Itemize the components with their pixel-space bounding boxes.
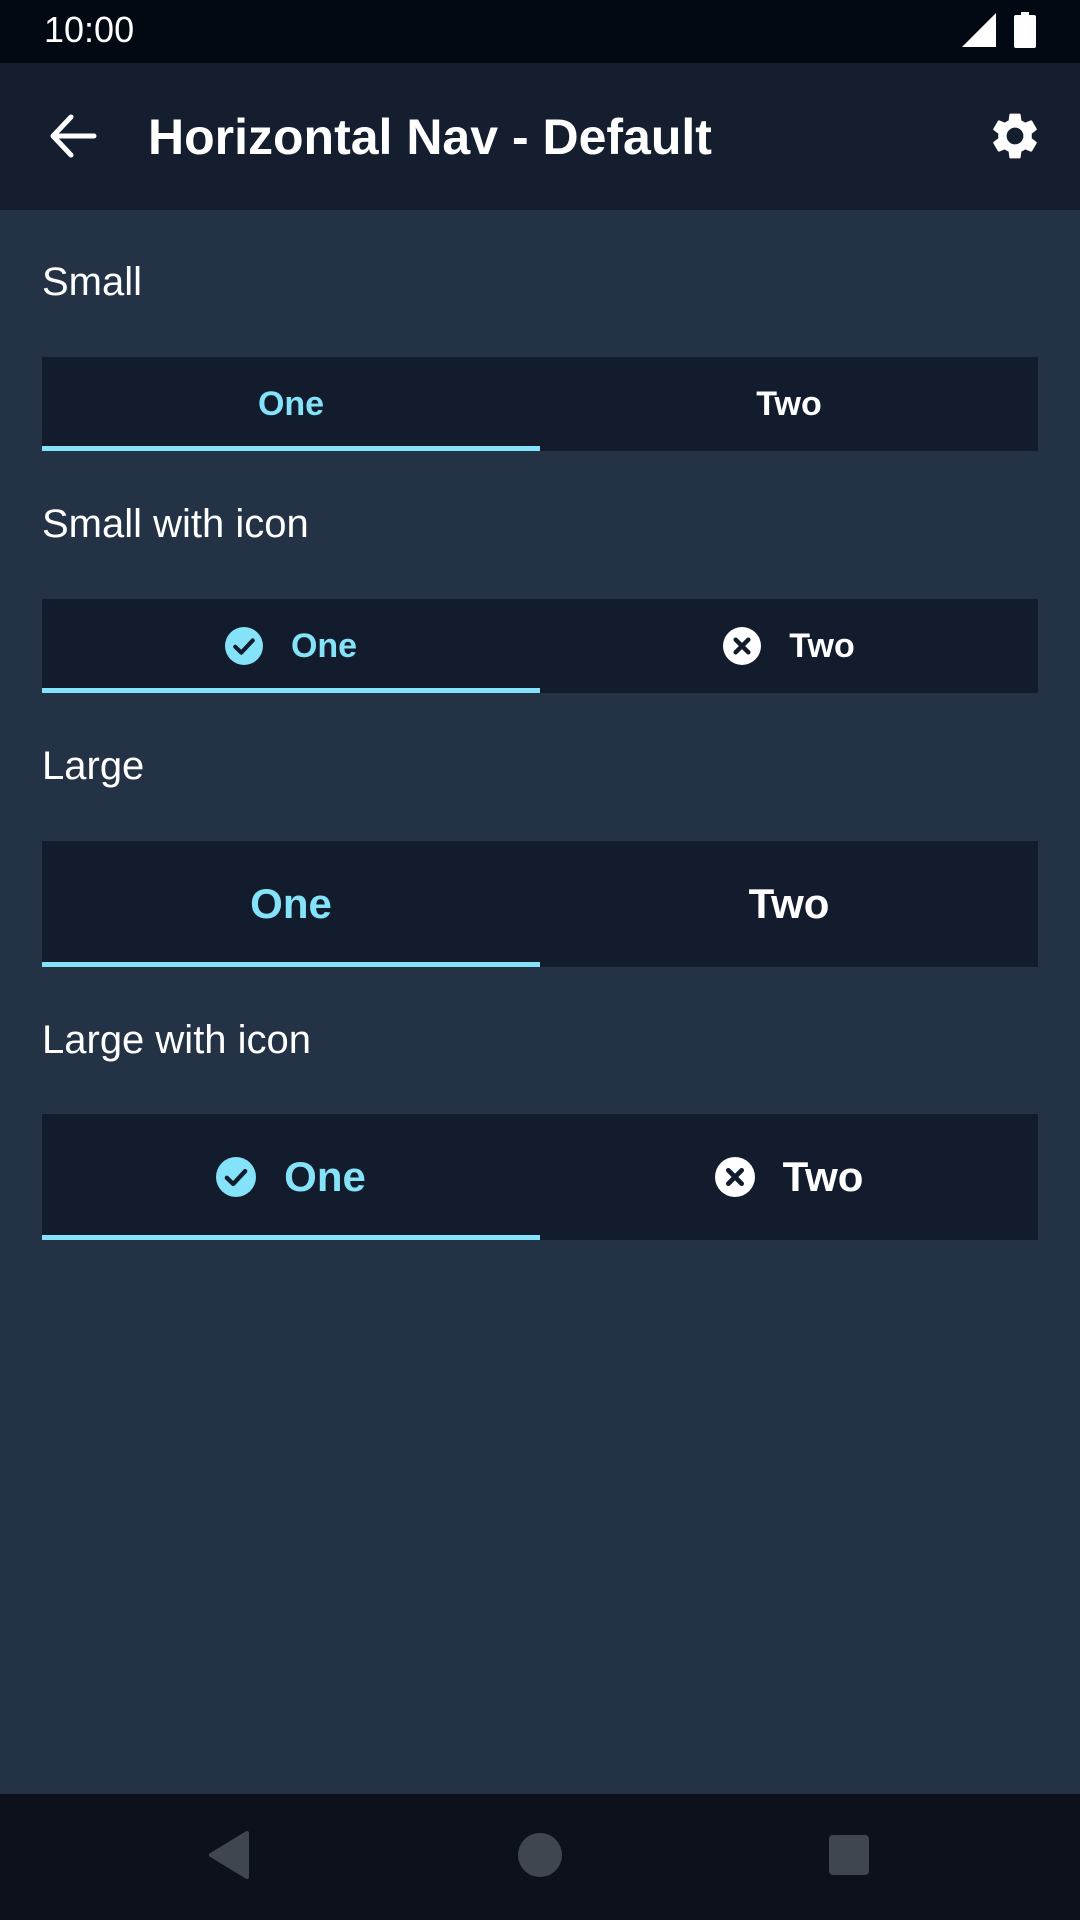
- tab-one[interactable]: One: [42, 357, 540, 451]
- arrow-left-icon: [49, 114, 97, 162]
- status-bar: 10:00: [0, 0, 1080, 63]
- tab-label: One: [257, 384, 325, 423]
- back-button[interactable]: [40, 105, 106, 171]
- triangle-back-icon: [207, 1831, 251, 1883]
- tab-label: Two: [748, 880, 830, 927]
- tab-label: Two: [789, 626, 855, 665]
- circle-home-icon: [517, 1832, 563, 1882]
- tab-label: One: [250, 880, 332, 927]
- horizontal-nav-large-with-icon: One Two: [42, 1114, 1038, 1240]
- section-label-small: Small: [42, 260, 143, 304]
- tab-label: Two: [756, 384, 822, 423]
- square-recents-icon: [829, 1835, 869, 1879]
- nav-recents-button[interactable]: [816, 1824, 882, 1890]
- settings-button[interactable]: [980, 103, 1050, 173]
- horizontal-nav-small: One Two: [42, 357, 1038, 451]
- battery-icon: [1014, 12, 1036, 52]
- nav-back-button[interactable]: [196, 1824, 262, 1890]
- horizontal-nav-large: One Two: [42, 841, 1038, 967]
- page-title: Horizontal Nav - Default: [148, 109, 712, 165]
- status-time: 10:00: [44, 9, 135, 50]
- tab-one[interactable]: One: [42, 841, 540, 967]
- status-icons: [962, 12, 1036, 52]
- section-label-small-with-icon: Small with icon: [42, 502, 309, 546]
- tab-label: Two: [782, 1153, 864, 1200]
- gear-icon: [987, 108, 1043, 168]
- tab-two[interactable]: Two: [540, 841, 1038, 967]
- check-circle-icon: [224, 627, 263, 665]
- tab-two[interactable]: Two: [540, 357, 1038, 451]
- system-nav-bar: [0, 1794, 1080, 1920]
- nav-home-button[interactable]: [507, 1824, 573, 1890]
- app-bar: Horizontal Nav - Default: [0, 63, 1080, 210]
- tab-label: One: [284, 1153, 366, 1200]
- tab-two[interactable]: Two: [540, 599, 1038, 693]
- section-label-large-with-icon: Large with icon: [42, 1018, 312, 1062]
- section-label-large: Large: [42, 744, 145, 788]
- tab-label: One: [290, 626, 358, 665]
- check-circle-icon: [216, 1157, 257, 1197]
- tab-one[interactable]: One: [42, 599, 540, 693]
- horizontal-nav-small-with-icon: One Two: [42, 599, 1038, 693]
- close-circle-icon: [714, 1157, 755, 1197]
- close-circle-icon: [723, 627, 762, 665]
- signal-icon: [962, 13, 996, 51]
- tab-two[interactable]: Two: [540, 1114, 1038, 1240]
- tab-one[interactable]: One: [42, 1114, 540, 1240]
